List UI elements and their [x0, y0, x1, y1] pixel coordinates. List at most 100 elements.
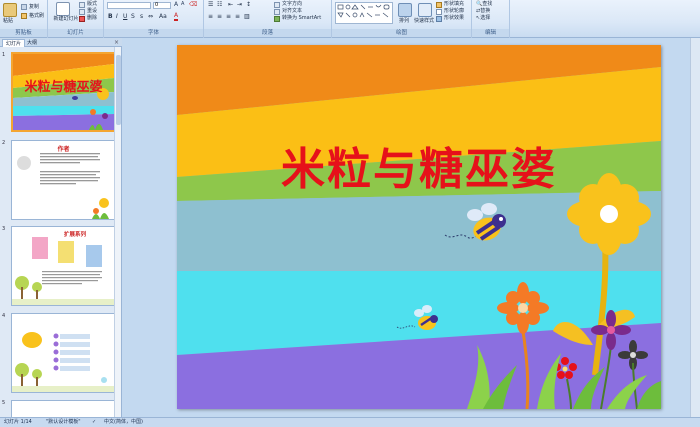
- arrange-icon: [398, 3, 412, 17]
- thumb-number: 5: [2, 400, 6, 406]
- bullets-icon[interactable]: ☰: [208, 1, 213, 8]
- shape-outline-button[interactable]: 形状轮廓: [444, 8, 464, 15]
- copy-button[interactable]: 复制: [29, 4, 39, 11]
- find-button[interactable]: 🔍查找: [476, 1, 492, 8]
- thumb-number: 3: [2, 226, 6, 232]
- paragraph-group: ☰ ☷ ⇤ ⇥ ↕ ≡ ≡ ≡ ≡ ▥ 文字方向 对齐文本 转换为 SmartA…: [204, 0, 332, 38]
- drawing-group-label: 绘图: [332, 29, 471, 37]
- columns-icon[interactable]: ▥: [244, 13, 250, 20]
- language-indicator[interactable]: 中文(简体，中国): [104, 418, 143, 427]
- thumb-3-art: [12, 237, 115, 305]
- thumb-number: 2: [2, 140, 6, 146]
- find-label: 查找: [482, 1, 493, 7]
- slide-thumbnail-5[interactable]: [11, 400, 116, 417]
- char-spacing-icon[interactable]: ⇔: [148, 13, 153, 20]
- convert-smartart-button[interactable]: 转换为 SmartArt: [282, 15, 321, 22]
- arrange-button[interactable]: 排列: [399, 18, 409, 25]
- tab-outline[interactable]: 大纲: [24, 39, 40, 47]
- shapes-icons: [337, 4, 390, 18]
- slides-group-label: 幻灯片: [48, 29, 103, 37]
- italic-icon[interactable]: I: [116, 13, 118, 20]
- shape-fill-button[interactable]: 形状填充: [444, 1, 464, 8]
- font-group-label: 字体: [104, 29, 203, 37]
- shapes-gallery[interactable]: [335, 2, 393, 24]
- thumb-number: 4: [2, 313, 6, 319]
- new-slide-icon: [56, 2, 70, 16]
- clipboard-group-label: 剪贴板: [0, 29, 47, 37]
- paste-button[interactable]: 粘贴: [3, 18, 13, 25]
- ribbon: 粘贴 复制 格式刷 剪贴板 新建幻灯片 版式 重设 删除 幻灯片 0 A A ⌫…: [0, 0, 700, 38]
- font-name-box[interactable]: [107, 2, 151, 9]
- text-direction-button[interactable]: 文字方向: [282, 1, 302, 8]
- change-case-icon[interactable]: Aa: [159, 13, 167, 20]
- select-button[interactable]: ↖选择: [476, 15, 490, 22]
- clear-format-icon[interactable]: ⌫: [189, 1, 197, 8]
- font-group: 0 A A ⌫ B I U S s ⇔ Aa A 字体: [104, 0, 204, 38]
- grow-font-icon[interactable]: A: [174, 1, 178, 8]
- pane-tabs: 幻灯片 大纲 ×: [0, 38, 122, 47]
- thumb-2-title: 作者: [57, 146, 70, 153]
- thumb-4-art: [12, 332, 115, 392]
- slides-group: 新建幻灯片 版式 重设 删除 幻灯片: [48, 0, 104, 38]
- slide-counter: 幻灯片 1/14: [4, 419, 32, 425]
- pane-scrollbar[interactable]: [114, 47, 121, 417]
- font-size-box[interactable]: 0: [153, 2, 171, 9]
- slides-pane: 幻灯片 大纲 × 1 米粒与糖巫婆 2 作者 3 扩展系列 4 5: [0, 38, 122, 417]
- tab-slides[interactable]: 幻灯片: [2, 39, 26, 47]
- editing-group: 🔍查找 ⇄替换 ↖选择 编辑: [472, 0, 510, 38]
- copy-icon: [21, 4, 27, 10]
- slide-title[interactable]: 米粒与糖巫婆: [177, 133, 661, 197]
- justify-icon[interactable]: ≡: [235, 13, 240, 20]
- slide-thumbnail-2[interactable]: 作者: [11, 140, 116, 220]
- decrease-indent-icon[interactable]: ⇤: [228, 1, 233, 8]
- spellcheck-icon[interactable]: ✓: [92, 418, 96, 427]
- thumb-1-title: 米粒与糖巫婆: [24, 80, 103, 95]
- clipboard-group: 粘贴 复制 格式刷 剪贴板: [0, 0, 48, 38]
- shape-fill-icon: [436, 2, 442, 8]
- slide-canvas[interactable]: 米粒与糖巫婆: [177, 45, 661, 409]
- align-left-icon[interactable]: ≡: [208, 13, 213, 20]
- layout-button[interactable]: 版式: [87, 1, 97, 8]
- replace-button[interactable]: ⇄替换: [476, 8, 490, 15]
- font-color-icon[interactable]: A: [174, 12, 179, 21]
- close-icon[interactable]: ×: [114, 39, 119, 46]
- align-right-icon[interactable]: ≡: [226, 13, 231, 20]
- paste-icon: [3, 3, 17, 17]
- shape-effects-button[interactable]: 形状效果: [444, 15, 464, 22]
- align-text-icon: [274, 9, 280, 15]
- theme-name: "默认设计模板": [46, 419, 81, 425]
- slide-background: [177, 45, 661, 409]
- status-bar: 幻灯片 1/14 "默认设计模板" ✓ 中文(简体，中国): [0, 417, 700, 427]
- shape-effects-icon: [436, 16, 442, 22]
- underline-icon[interactable]: U: [123, 13, 127, 20]
- select-label: 选择: [480, 15, 491, 21]
- format-painter-button[interactable]: 格式刷: [29, 13, 44, 20]
- text-direction-icon: [274, 2, 280, 8]
- replace-label: 替换: [480, 8, 491, 14]
- new-slide-button[interactable]: 新建幻灯片: [52, 16, 80, 22]
- reset-icon: [79, 9, 85, 15]
- strikethrough-icon[interactable]: S: [131, 13, 135, 20]
- thumb-3-title: 扩展系列: [64, 232, 87, 238]
- slide-thumbnail-4[interactable]: [11, 313, 116, 393]
- slide-editor: 米粒与糖巫婆: [123, 38, 700, 417]
- increase-indent-icon[interactable]: ⇥: [237, 1, 242, 8]
- editor-scrollbar[interactable]: [690, 38, 700, 417]
- quick-styles-icon: [418, 3, 432, 17]
- slide-thumbnail-3[interactable]: 扩展系列: [11, 226, 116, 306]
- shadow-icon[interactable]: s: [140, 13, 143, 20]
- align-center-icon[interactable]: ≡: [217, 13, 222, 20]
- quick-styles-button[interactable]: 快速样式: [414, 18, 434, 25]
- bold-icon[interactable]: B: [108, 13, 113, 20]
- numbering-icon[interactable]: ☷: [217, 1, 222, 8]
- delete-button[interactable]: 删除: [87, 15, 97, 22]
- slide-thumbnail-1[interactable]: 米粒与糖巫婆: [11, 52, 116, 132]
- format-painter-icon: [21, 13, 27, 19]
- shrink-font-icon[interactable]: A: [181, 1, 184, 8]
- drawing-group: 排列 快速样式 形状填充 形状轮廓 形状效果 绘图: [332, 0, 472, 38]
- line-spacing-icon[interactable]: ↕: [246, 1, 251, 8]
- align-text-button[interactable]: 对齐文本: [282, 8, 302, 15]
- reset-button[interactable]: 重设: [87, 8, 97, 15]
- pane-scrollbar-thumb[interactable]: [116, 55, 121, 125]
- layout-icon: [79, 2, 85, 8]
